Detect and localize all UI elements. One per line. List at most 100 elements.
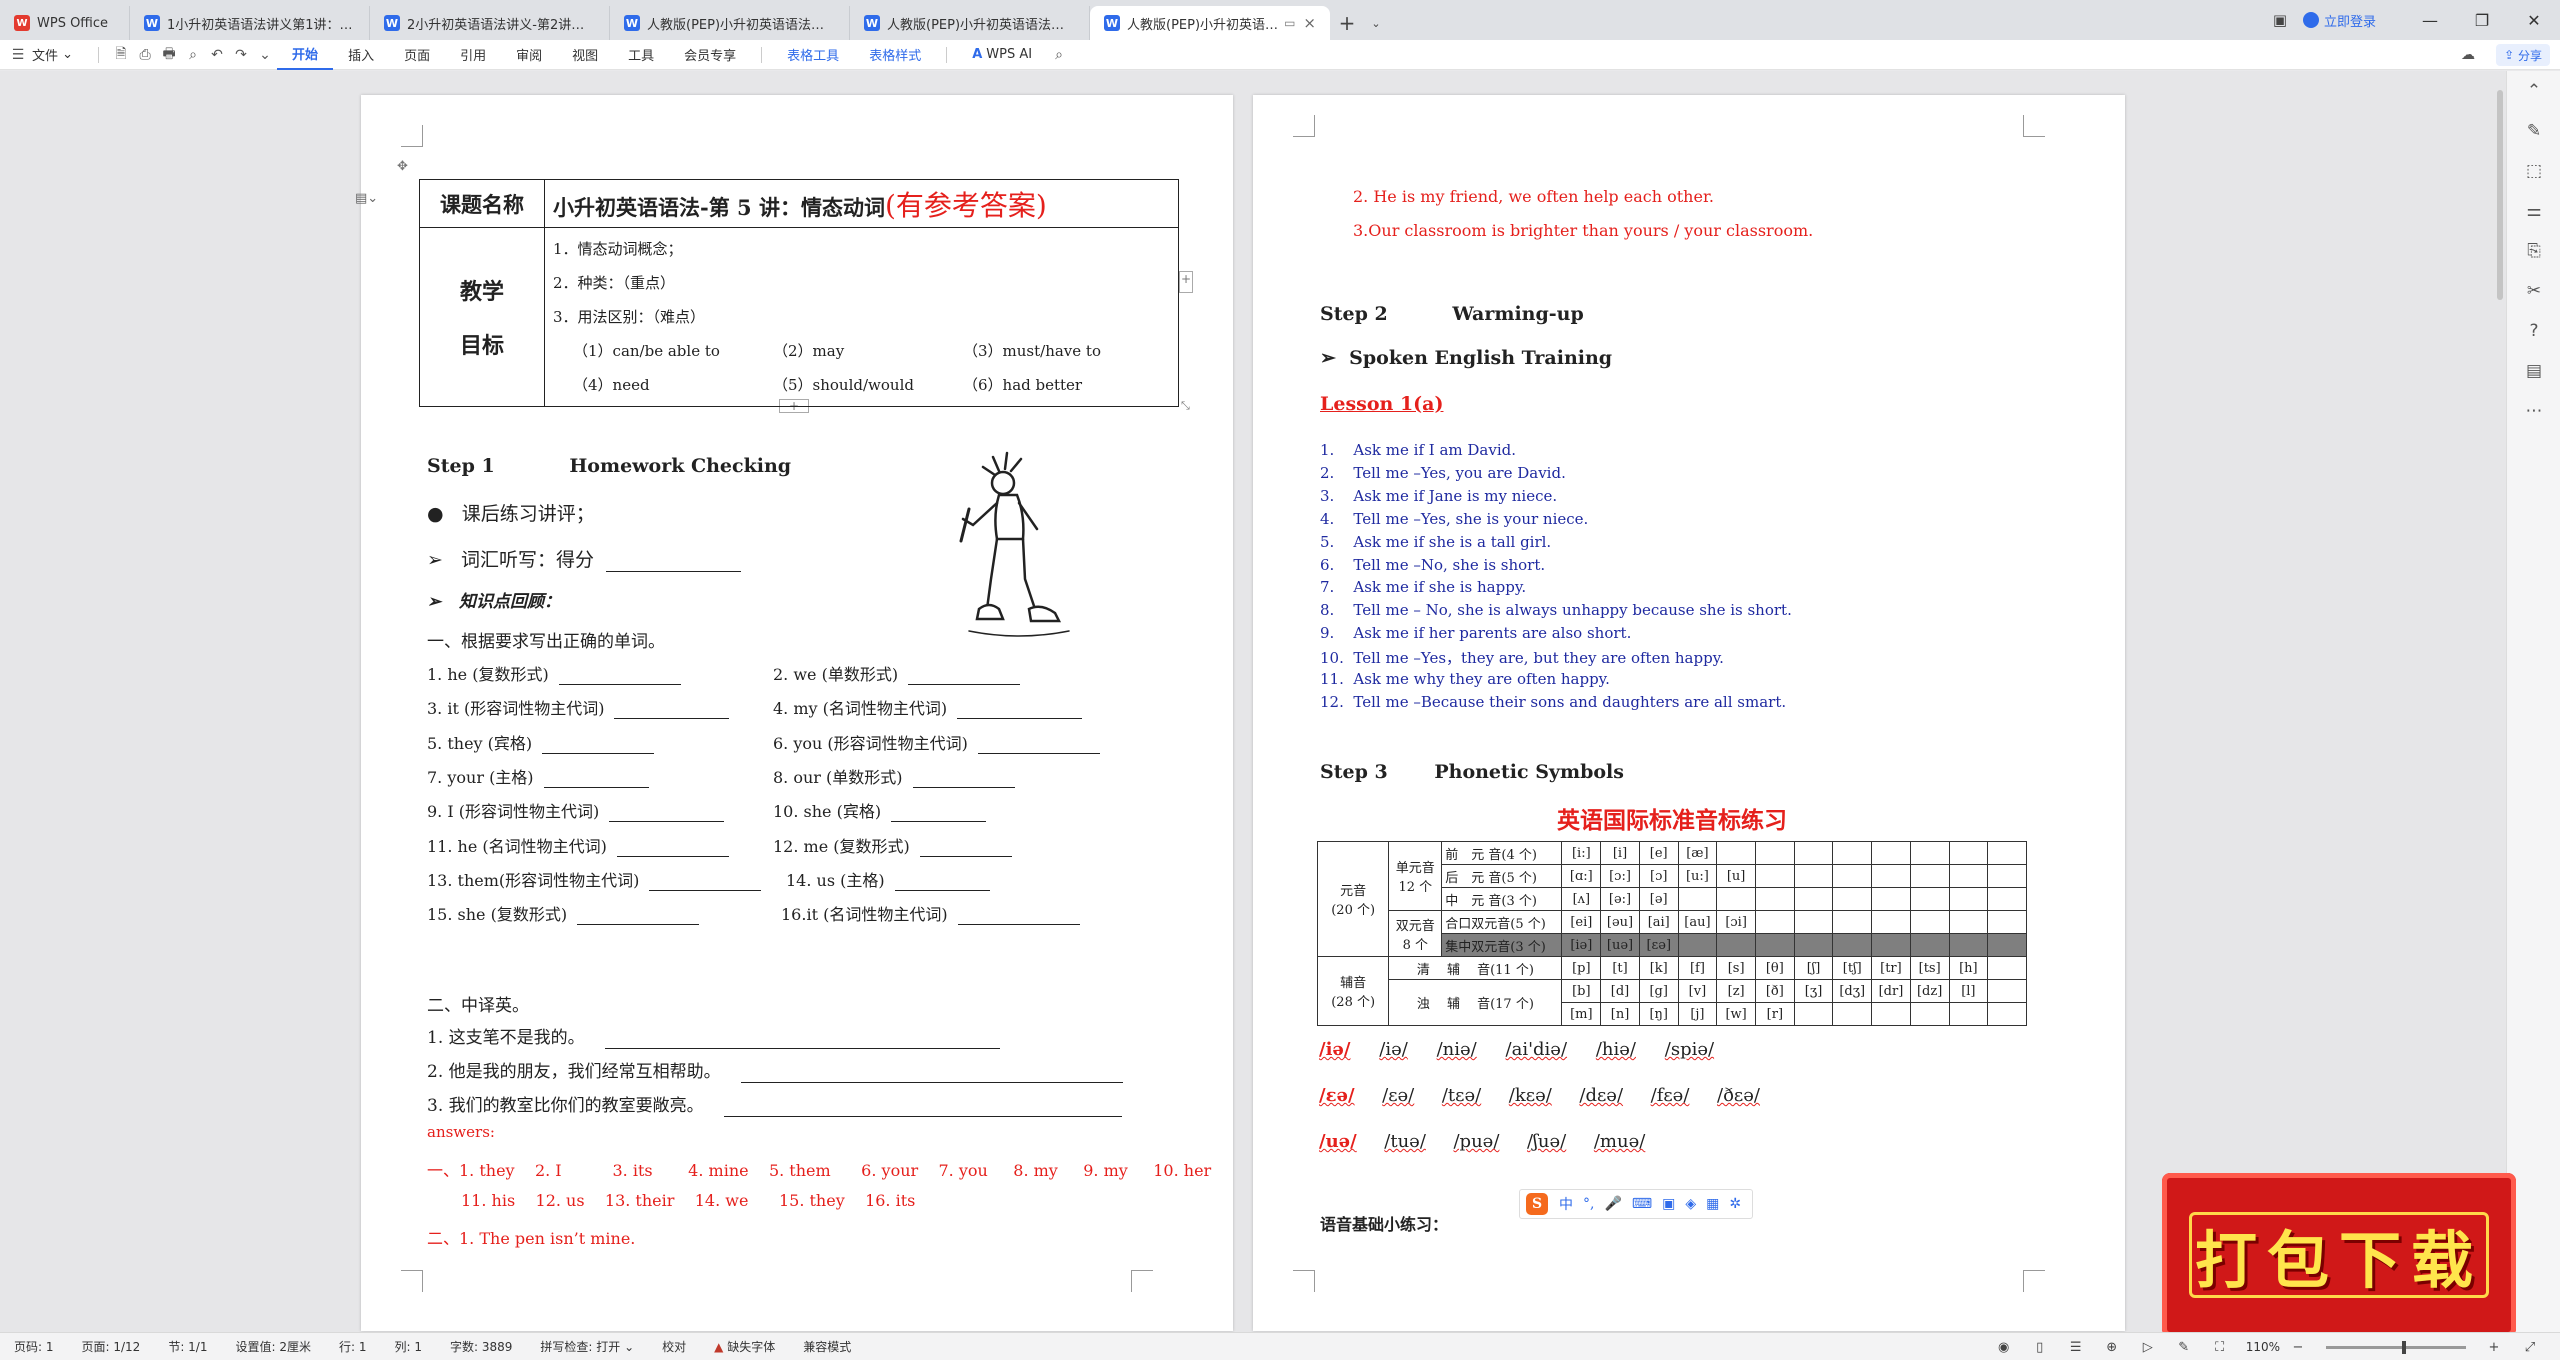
voice-icon[interactable]: 🎤	[1604, 1196, 1621, 1212]
clipboard-icon[interactable]: ▤	[2507, 351, 2560, 391]
exercise-answer-blank[interactable]	[616, 837, 729, 857]
menu-page[interactable]: 页面	[389, 40, 445, 70]
answer-blank[interactable]	[604, 1028, 1000, 1049]
settings-icon[interactable]: ✲	[1729, 1196, 1741, 1212]
tab-document-active[interactable]: W 人教版(PEP)小升初英语语法讲 ▭ ×	[1090, 6, 1330, 40]
tab-document[interactable]: W 人教版(PEP)小升初英语语法讲义-第4	[850, 6, 1090, 40]
lesson-info-table[interactable]: 课题名称 小升初英语语法-第 5 讲：情态动词(有参考答案) 教学 目标 1．情…	[419, 179, 1179, 407]
exercise-answer-blank[interactable]	[919, 837, 1012, 857]
score-blank[interactable]	[606, 549, 742, 572]
menu-reference[interactable]: 引用	[445, 40, 501, 70]
table-resize-icon[interactable]: ⤡	[1181, 399, 1190, 413]
skin-icon[interactable]: ▣	[1662, 1196, 1675, 1212]
keyboard-icon[interactable]: ⌨	[1632, 1196, 1652, 1212]
exercise-answer-blank[interactable]	[577, 905, 700, 926]
menu-table-style[interactable]: 表格样式	[854, 40, 936, 70]
pen-icon[interactable]: ✎	[2507, 111, 2560, 151]
punctuation-icon[interactable]: °,	[1583, 1196, 1594, 1212]
cloud-sync-icon[interactable]: ☁	[2456, 47, 2480, 63]
tab-document[interactable]: W 2小升初英语语法讲义-第2讲：数词	[370, 6, 610, 40]
document-page-1[interactable]: ✥ ▤⌄ + + ⤡ 课题名称 小升初英语语法-第 5 讲：情态动词(有参考答案…	[355, 95, 1233, 1331]
login-button[interactable]: 立即登录	[2302, 11, 2376, 30]
fit-page-icon[interactable]: ⛶	[2202, 1340, 2238, 1355]
web-view-icon[interactable]: ⊕	[2094, 1340, 2130, 1355]
answer-blank[interactable]	[723, 1096, 1122, 1117]
document-page-2[interactable]: 2. He is my friend, we often help each o…	[1253, 95, 2125, 1331]
collapse-icon[interactable]: ⌃	[2507, 71, 2560, 111]
new-tab-button[interactable]: +	[1330, 6, 1364, 40]
exercise-answer-blank[interactable]	[908, 665, 1021, 685]
exercise-answer-blank[interactable]	[614, 699, 730, 720]
tab-document[interactable]: W 1小升初英语语法讲义第1讲：名词	[130, 6, 370, 40]
status-proofread[interactable]: 校对	[648, 1338, 700, 1355]
close-tab-icon[interactable]: ×	[1303, 14, 1316, 32]
eye-protection-icon[interactable]: ◉	[1986, 1340, 2022, 1355]
exercise-answer-blank[interactable]	[558, 665, 681, 685]
exercise-answer-blank[interactable]	[891, 802, 987, 823]
undo-icon[interactable]: ↶	[205, 47, 229, 63]
menu-home[interactable]: 开始	[277, 40, 334, 70]
status-col[interactable]: 列: 1	[380, 1338, 436, 1355]
zoom-out-icon[interactable]: −	[2280, 1340, 2316, 1355]
menu-tools[interactable]: 工具	[613, 40, 669, 70]
share-button[interactable]: ⇪ 分享	[2496, 44, 2550, 66]
status-page-count[interactable]: 页面: 1/12	[68, 1338, 155, 1355]
exercise-answer-blank[interactable]	[912, 768, 1015, 788]
restore-button[interactable]: ❐	[2456, 11, 2508, 30]
status-word-count[interactable]: 字数: 3889	[436, 1338, 526, 1355]
print-preview-icon[interactable]: ⌕	[181, 47, 205, 63]
game-icon[interactable]: ◈	[1685, 1196, 1696, 1212]
tab-document[interactable]: W 人教版(PEP)小升初英语语法讲义-第3	[610, 6, 850, 40]
zoom-slider[interactable]	[2326, 1340, 2466, 1354]
page-view-icon[interactable]: ▯	[2022, 1340, 2058, 1355]
menu-review[interactable]: 审阅	[501, 40, 557, 70]
status-compat-mode[interactable]: 兼容模式	[789, 1338, 865, 1355]
add-column-icon[interactable]: +	[1179, 271, 1193, 293]
exercise-answer-blank[interactable]	[649, 871, 762, 891]
download-package-banner[interactable]: 打包下载	[2162, 1173, 2516, 1337]
more-icon[interactable]: ⋯	[2507, 391, 2560, 431]
status-page[interactable]: 页码: 1	[0, 1338, 68, 1355]
zoom-slider-thumb[interactable]	[2402, 1340, 2406, 1354]
phonetic-chart-table[interactable]: 元音 (20 个) 单元音 12 个前 元 音(4 个) [i:] [i] [e] [æ] 后 …	[1316, 841, 2027, 1026]
search-icon[interactable]: ⌕	[1047, 47, 1071, 63]
adjust-icon[interactable]: ⚌	[2507, 191, 2560, 231]
status-section[interactable]: 节: 1/1	[154, 1338, 221, 1355]
fullscreen-icon[interactable]: ⤢	[2512, 1340, 2548, 1355]
file-menu[interactable]: 文件 ⌄	[30, 40, 88, 70]
ime-toolbar[interactable]: S 中 °, 🎤 ⌨ ▣ ◈ ▦ ✲	[1519, 1189, 1754, 1219]
exercise-answer-blank[interactable]	[957, 905, 1080, 926]
status-row[interactable]: 行: 1	[325, 1338, 381, 1355]
vertical-scrollbar[interactable]	[2497, 90, 2503, 300]
status-setting[interactable]: 设置值: 2厘米	[221, 1338, 325, 1355]
exercise-answer-blank[interactable]	[609, 802, 725, 823]
window-layout-icon[interactable]: ▣	[2263, 11, 2297, 29]
status-spell-check[interactable]: 拼写检查: 打开 ⌄	[526, 1338, 648, 1355]
status-missing-font[interactable]: ▲ 缺失字体	[700, 1338, 789, 1355]
close-window-button[interactable]: ✕	[2508, 11, 2560, 30]
outline-view-icon[interactable]: ☰	[2058, 1340, 2094, 1355]
play-icon[interactable]: ▷	[2130, 1340, 2166, 1355]
ime-mode-label[interactable]: 中	[1559, 1194, 1573, 1214]
more-chevron-icon[interactable]: ⌄	[253, 47, 277, 63]
toolbox-icon[interactable]: ▦	[1706, 1196, 1719, 1212]
tab-list-chevron-icon[interactable]: ⌄	[1364, 6, 1388, 40]
zoom-level[interactable]: 110%	[2246, 1340, 2280, 1354]
tab-wps-home[interactable]: W WPS Office	[0, 6, 130, 40]
exercise-answer-blank[interactable]	[957, 699, 1083, 720]
menu-table-tools[interactable]: 表格工具	[772, 40, 854, 70]
menu-insert[interactable]: 插入	[333, 40, 389, 70]
write-mode-icon[interactable]: ✎	[2166, 1340, 2202, 1355]
tools-icon[interactable]: ✂	[2507, 271, 2560, 311]
translate-icon[interactable]: ⎘	[2507, 231, 2560, 271]
menu-member[interactable]: 会员专享	[669, 40, 751, 70]
select-icon[interactable]: ⬚	[2507, 151, 2560, 191]
save-icon[interactable]: 🗎	[109, 43, 133, 67]
export-pdf-icon[interactable]: ⎙	[133, 47, 157, 63]
exercise-answer-blank[interactable]	[543, 768, 649, 788]
zoom-in-icon[interactable]: +	[2476, 1340, 2512, 1355]
exercise-answer-blank[interactable]	[542, 734, 655, 754]
table-options-icon[interactable]: ▤⌄	[355, 191, 378, 206]
hamburger-icon[interactable]: ☰	[6, 47, 30, 63]
minimize-button[interactable]: —	[2404, 11, 2456, 30]
